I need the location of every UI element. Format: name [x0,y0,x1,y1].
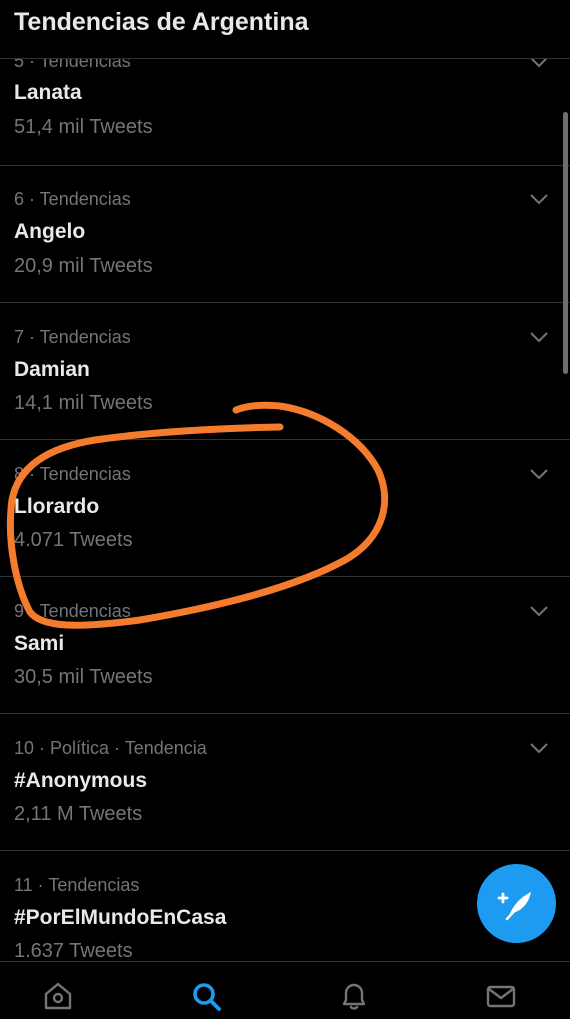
home-icon[interactable] [42,980,74,1012]
trend-meta: 11 · Tendencias [14,875,140,895]
trend-item-8[interactable]: 8 · Tendencias Llorardo 4.071 Tweets [0,440,570,577]
trend-count: 2,11 M Tweets [14,803,143,825]
chevron-down-icon[interactable] [530,331,548,343]
page-title: Tendencias de Argentina [14,8,309,36]
bell-icon[interactable] [338,980,370,1012]
trend-meta: 5 · Tendencias [14,59,131,71]
bottom-tab-bar [0,961,570,1019]
chevron-down-icon[interactable] [530,193,548,205]
trend-count: 30,5 mil Tweets [14,666,153,688]
trend-meta: 9 · Tendencias [14,601,131,621]
trend-count: 1.637 Tweets [14,940,133,960]
trend-name: #Anonymous [14,769,148,792]
trend-name: #PorElMundoEnCasa [14,906,227,929]
trend-item-7[interactable]: 7 · Tendencias Damian 14,1 mil Tweets [0,303,570,440]
trend-meta: 8 · Tendencias [14,464,131,484]
trend-name: Lanata [14,81,82,104]
chevron-down-icon[interactable] [530,742,548,754]
trend-name: Angelo [14,220,86,243]
compose-tweet-button[interactable] [477,864,556,943]
page-header: Tendencias de Argentina [0,0,570,59]
trend-count: 14,1 mil Tweets [14,392,153,414]
trend-count: 51,4 mil Tweets [14,116,153,138]
trend-meta: 7 · Tendencias [14,327,131,347]
trend-name: Sami [14,632,65,655]
trend-item-10[interactable]: 10 · Política · Tendencia #Anonymous 2,1… [0,714,570,851]
trend-item-9[interactable]: 9 · Tendencias Sami 30,5 mil Tweets [0,577,570,714]
scrollbar[interactable] [563,112,568,374]
compose-tweet-icon [497,892,531,921]
mail-icon[interactable] [485,980,517,1012]
trend-name: Llorardo [14,495,100,518]
trend-item-5-visible[interactable]: 5 · Tendencias Lanata 51,4 mil Tweets [0,59,570,166]
trend-meta: 6 · Tendencias [14,189,131,209]
trend-count: 4.071 Tweets [14,529,133,551]
search-icon[interactable] [190,980,222,1012]
trend-item-6[interactable]: 6 · Tendencias Angelo 20,9 mil Tweets [0,166,570,303]
trend-name: Damian [14,358,90,381]
chevron-down-icon[interactable] [530,605,548,617]
trend-meta: 10 · Política · Tendencia [14,738,207,758]
trend-count: 20,9 mil Tweets [14,255,153,277]
chevron-down-icon[interactable] [530,59,548,68]
chevron-down-icon[interactable] [530,468,548,480]
